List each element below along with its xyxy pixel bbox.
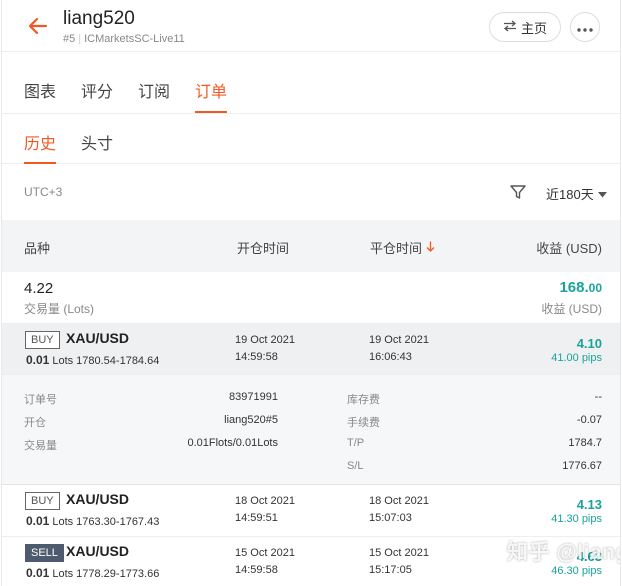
back-arrow-icon[interactable]: [26, 14, 50, 38]
order-row[interactable]: BUY XAU/USD 0.01 Lots 1780.54-1784.64 19 O…: [2, 323, 620, 375]
side-badge: SELL: [25, 544, 64, 562]
order-open-time: 19 Oct 2021 14:59:58: [235, 334, 295, 363]
swap-value: --: [594, 391, 602, 403]
stop-loss-label: S/L: [347, 460, 364, 472]
order-pips: 41.30 pips: [551, 513, 602, 525]
order-pips: 46.30 pips: [551, 565, 602, 577]
order-profit: 4.10: [576, 336, 602, 351]
date-range-select[interactable]: 近180天: [546, 184, 607, 203]
timezone-label: UTC+3: [24, 185, 63, 199]
order-pips: 41.00 pips: [551, 352, 602, 364]
order-detail-panel: 订单号 83971991 开仓 liang520#5 交易量 0.01Flots…: [2, 374, 620, 484]
order-close-time: 15 Oct 2021 15:17:05: [369, 547, 429, 576]
home-button-label: 主页: [520, 20, 547, 36]
table-header: 品种 开仓时间 平仓时间 收益 (USD): [2, 220, 620, 272]
order-number-label: 订单号: [24, 394, 57, 406]
subtab-positions[interactable]: 头寸: [81, 130, 113, 163]
top-bar: liang520 #5 | ICMarketsSC-Live11 主页: [2, 0, 620, 52]
date-range-value: 近180天: [546, 187, 594, 202]
take-profit-value: 1784.7: [568, 437, 602, 449]
take-profit-label: T/P: [347, 437, 365, 449]
column-open-time[interactable]: 开仓时间: [237, 238, 289, 257]
open-value: liang520#5: [224, 414, 278, 426]
order-row[interactable]: BUY XAU/USD 0.01 Lots 1763.30-1767.43 18 O…: [2, 484, 620, 536]
order-open-time: 18 Oct 2021 14:59:51: [235, 495, 295, 524]
order-lots-prices: 0.01 Lots 1778.29-1773.66: [26, 566, 160, 580]
column-close-time[interactable]: 平仓时间: [370, 238, 435, 257]
server-name: ICMarketsSC-Live11: [84, 33, 185, 45]
order-lots-prices: 0.01 Lots 1763.30-1767.43: [26, 514, 160, 528]
order-number-value: 83971991: [229, 391, 278, 403]
total-lots-label: 交易量 (Lots): [24, 302, 95, 316]
total-lots: 4.22: [24, 280, 54, 297]
filter-icon[interactable]: [509, 183, 527, 201]
volume-label: 交易量: [24, 440, 57, 452]
sub-tabs: 历史 头寸: [2, 114, 620, 164]
filter-bar: UTC+3 近180天: [2, 164, 620, 220]
account-index: #5: [63, 33, 76, 45]
volume-value: 0.01Flots/0.01Lots: [187, 437, 278, 449]
commission-value: -0.07: [576, 414, 602, 426]
total-profit: 168.00: [559, 279, 602, 296]
order-symbol: XAU/USD: [66, 330, 130, 346]
side-badge: BUY: [25, 331, 60, 349]
more-dots-icon: [577, 20, 593, 35]
commission-label: 手续费: [347, 417, 380, 429]
order-lots-prices: 0.01 Lots 1780.54-1784.64: [26, 353, 160, 367]
order-profit: 4.13: [576, 497, 602, 512]
swap-arrows-icon: [503, 20, 517, 35]
column-profit: 收益 (USD): [536, 241, 602, 256]
trading-history-page: liang520 #5 | ICMarketsSC-Live11 主页 图表 评分 …: [1, 0, 621, 586]
tab-orders[interactable]: 订单: [195, 78, 228, 113]
caret-down-icon: [597, 186, 607, 201]
tab-rating[interactable]: 评分: [81, 78, 113, 112]
order-symbol: XAU/USD: [66, 491, 130, 507]
summary-row: 4.22 交易量 (Lots) 168.00 收益 (USD): [2, 272, 620, 323]
swap-label: 库存费: [347, 394, 380, 406]
subtab-history[interactable]: 历史: [24, 130, 57, 164]
tab-chart[interactable]: 图表: [24, 78, 56, 112]
sort-down-arrow-icon: [426, 240, 435, 255]
total-profit-label: 收益 (USD): [541, 302, 602, 316]
order-symbol: XAU/USD: [66, 543, 130, 559]
open-label: 开仓: [24, 417, 46, 429]
order-close-time: 18 Oct 2021 15:07:03: [369, 495, 429, 524]
watermark: 知乎 @liang520: [507, 541, 620, 564]
account-subtitle: #5 | ICMarketsSC-Live11: [63, 33, 185, 45]
main-tabs: 图表 评分 订阅 订单: [2, 52, 620, 114]
more-options-button[interactable]: [570, 12, 600, 42]
column-symbol: 品种: [24, 241, 51, 256]
stop-loss-value: 1776.67: [562, 460, 602, 472]
account-title: liang520: [63, 8, 135, 29]
order-open-time: 15 Oct 2021 14:59:58: [235, 547, 295, 576]
order-close-time: 19 Oct 2021 16:06:43: [369, 334, 429, 363]
tab-subscribe[interactable]: 订阅: [138, 78, 170, 112]
side-badge: BUY: [25, 492, 60, 510]
home-button[interactable]: 主页: [489, 12, 561, 42]
